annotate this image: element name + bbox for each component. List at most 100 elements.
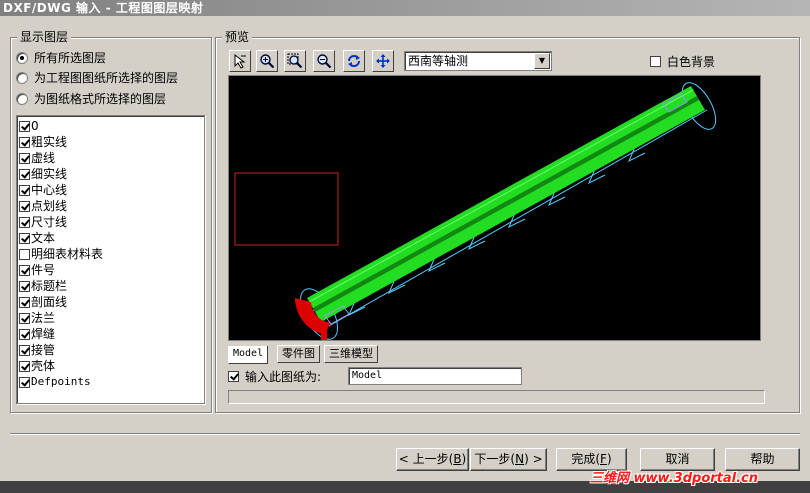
window-title: DXF/DWG 输入 - 工程图图层映射 [0,0,810,16]
import-sheet-checkbox[interactable] [228,370,239,382]
layer-checkbox[interactable] [19,168,30,180]
layer-checkbox[interactable] [19,328,30,340]
pan-icon [376,54,390,68]
layer-item[interactable]: 明细表材料表 [19,246,204,262]
select-icon [234,53,246,69]
layer-checkbox[interactable] [19,232,30,244]
layer-checkbox[interactable] [19,312,30,324]
layer-checkbox[interactable] [19,152,30,164]
layer-item[interactable]: 文本 [19,230,204,246]
layer-name: 虚线 [31,151,56,165]
option-drawing-sheet-layers-label: 为工程图图纸所选择的图层 [34,71,179,85]
layer-checkbox[interactable] [19,264,30,276]
layer-item[interactable]: 焊缝 [19,326,204,342]
layer-name: 件号 [31,263,56,277]
import-sheet-option[interactable]: 输入此图纸为: [228,368,321,384]
radio-sheet-format-layers[interactable] [16,93,28,105]
watermark: 三维网 www.3dportal.cn [590,471,759,486]
layer-checkbox[interactable] [19,296,30,308]
layer-name: 中心线 [31,183,68,197]
layer-item[interactable]: 法兰 [19,310,204,326]
layer-name: 0 [31,119,39,133]
back-button-label: < 上一步 [398,452,449,466]
layer-name: 明细表材料表 [31,247,104,261]
model-preview [234,82,717,340]
back-button[interactable]: < 上一步(B) [396,448,469,471]
layer-item[interactable]: 标题栏 [19,278,204,294]
layer-name: 壳体 [31,359,56,373]
layer-item[interactable]: 件号 [19,262,204,278]
layer-item[interactable]: 细实线 [19,166,204,182]
layers-group-title: 显示图层 [17,30,72,44]
layer-checkbox[interactable] [19,216,30,228]
layer-item[interactable]: 尺寸线 [19,214,204,230]
option-sheet-format-layers[interactable]: 为图纸格式所选择的图层 [16,91,166,107]
tab-part-drawing[interactable]: 零件图 [277,345,320,363]
separator [10,433,800,435]
zoom-window-button[interactable] [284,50,306,72]
pan-button[interactable] [372,50,394,72]
layer-item[interactable]: 点划线 [19,198,204,214]
next-button-suffix: > [528,452,543,466]
next-button-label: 下一步 [474,452,511,466]
progress-bar [228,390,765,404]
layer-name: 尺寸线 [31,215,68,229]
zoom-window-icon [287,53,303,69]
sheet-name-field[interactable]: Model [348,367,522,385]
finish-button-label: 完成 [571,452,596,466]
view-orientation-select[interactable]: 西南等轴测 ▼ [404,51,552,71]
layer-item[interactable]: 0 [19,118,204,134]
zoom-in-button[interactable] [256,50,278,72]
layer-name: 接管 [31,343,56,357]
layer-name: 法兰 [31,311,56,325]
finish-button-key: F [600,452,607,466]
layer-name: 焊缝 [31,327,56,341]
chevron-down-icon[interactable]: ▼ [534,53,550,69]
layer-item[interactable]: Defpoints [19,374,204,390]
layer-checkbox[interactable] [19,136,30,148]
layer-checkbox[interactable] [19,248,30,260]
layer-checkbox[interactable] [19,360,30,372]
zoom-out-icon [317,54,332,69]
option-all-layers-label: 所有所选图层 [34,51,107,65]
finish-button[interactable]: 完成(F) [556,448,627,471]
layer-name: 点划线 [31,199,68,213]
option-drawing-sheet-layers[interactable]: 为工程图图纸所选择的图层 [16,70,178,86]
layer-list[interactable]: 0 粗实线 虚线 细实线 中心线 点划线 尺寸线 文本 明细表材料表 件号 标题… [16,115,205,404]
radio-drawing-sheet-layers[interactable] [16,72,28,84]
layer-checkbox[interactable] [19,200,30,212]
option-sheet-format-layers-label: 为图纸格式所选择的图层 [34,92,167,106]
back-button-key: B [453,452,462,466]
layer-checkbox[interactable] [19,120,30,132]
help-button[interactable]: 帮助 [725,448,800,471]
select-tool-button[interactable] [229,50,251,72]
next-button-key: N [515,452,525,466]
radio-all-layers[interactable] [16,52,28,64]
layer-item[interactable]: 壳体 [19,358,204,374]
layer-item[interactable]: 中心线 [19,182,204,198]
layer-checkbox[interactable] [19,376,30,388]
layer-item[interactable]: 剖面线 [19,294,204,310]
cancel-button[interactable]: 取消 [640,448,715,471]
layer-name: 文本 [31,231,56,245]
layer-checkbox[interactable] [19,184,30,196]
zoom-out-button[interactable] [313,50,335,72]
preview-viewport[interactable] [228,75,761,341]
zoom-in-icon [260,54,275,69]
import-sheet-label: 输入此图纸为: [245,369,322,384]
layer-name: 标题栏 [31,279,68,293]
rotate-icon [348,55,360,67]
white-background-option[interactable]: 白色背景 [650,53,715,69]
option-all-layers[interactable]: 所有所选图层 [16,50,106,66]
layer-item[interactable]: 接管 [19,342,204,358]
next-button[interactable]: 下一步(N) > [470,448,547,471]
layer-item[interactable]: 虚线 [19,150,204,166]
tab-model[interactable]: Model [228,346,269,364]
layer-item[interactable]: 粗实线 [19,134,204,150]
white-background-checkbox[interactable] [650,55,661,67]
layer-checkbox[interactable] [19,280,30,292]
layer-checkbox[interactable] [19,344,30,356]
tab-3d-model[interactable]: 三维模型 [324,345,378,363]
rotate-button[interactable] [343,50,365,72]
layer-name: 粗实线 [31,135,68,149]
